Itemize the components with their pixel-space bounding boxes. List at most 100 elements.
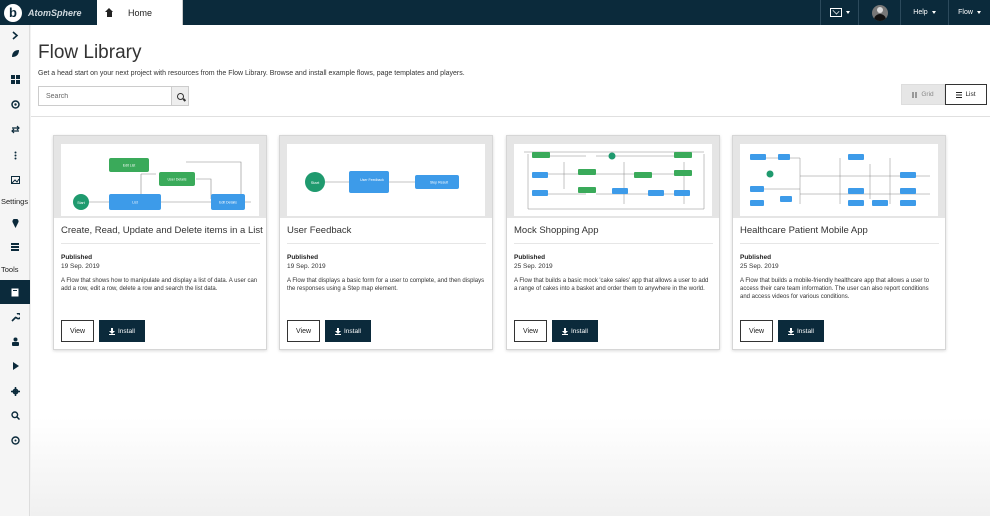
view-toggle: Grid List [901, 84, 987, 105]
flow-diagram-crud: Start Edit List User Details List Edit D… [73, 158, 251, 210]
view-button[interactable]: View [740, 320, 773, 342]
user-icon [11, 337, 19, 346]
chevron-down-icon [845, 11, 850, 14]
flow-diagram-healthcare [750, 154, 930, 206]
start-node-label: Start [77, 201, 84, 205]
card-description: A Flow that displays a basic form for a … [287, 278, 485, 293]
power-icon [10, 435, 20, 445]
flow-thumbnail: Start Edit List User Details List Edit D… [54, 136, 266, 218]
brand-logo: b [4, 3, 22, 22]
card-description: A Flow that builds a mobile-friendly hea… [740, 278, 930, 301]
help-menu-label: Help [913, 9, 928, 16]
flow-menu-label: Flow [958, 9, 973, 16]
leaf-icon [11, 49, 19, 57]
published-label: Published [287, 254, 319, 261]
image-icon [10, 176, 20, 184]
card-description: A Flow that builds a basic mock 'cake sa… [514, 278, 709, 293]
sidebar-item-power[interactable] [0, 430, 30, 450]
card-divider [514, 243, 713, 244]
start-node-label: Start [311, 180, 320, 185]
grid-icon [912, 91, 919, 98]
install-button[interactable]: Install [99, 320, 145, 342]
user-menu[interactable] [858, 0, 900, 25]
install-button[interactable]: Install [325, 320, 371, 342]
published-date: 19 Sep. 2019 [61, 263, 100, 270]
view-button[interactable]: View [514, 320, 547, 342]
sidebar-item-more[interactable] [0, 145, 30, 165]
view-button[interactable]: View [61, 320, 94, 342]
sidebar-item-users[interactable] [0, 331, 30, 351]
divider [31, 116, 990, 117]
flow-node-start [766, 170, 774, 178]
search-input[interactable] [39, 87, 171, 105]
install-button[interactable]: Install [778, 320, 824, 342]
home-icon [105, 8, 114, 17]
card-description: A Flow that shows how to manipulate and … [61, 278, 258, 293]
help-menu[interactable]: Help [900, 0, 948, 25]
list-view-button[interactable]: List [945, 84, 987, 105]
sidebar-section-tools: Tools [1, 265, 19, 274]
install-button[interactable]: Install [552, 320, 598, 342]
published-date: 25 Sep. 2019 [514, 263, 553, 270]
swap-icon [10, 125, 20, 133]
tab-home[interactable]: Home [97, 0, 183, 25]
pin-icon [12, 218, 18, 228]
sidebar-item-services[interactable] [0, 94, 30, 114]
sidebar-item-values[interactable] [0, 237, 30, 257]
node-edit-list-label: Edit List [123, 164, 135, 168]
page-title: Flow Library [38, 42, 142, 63]
book-icon [11, 288, 19, 296]
sidebar-item-settings[interactable] [0, 381, 30, 401]
flow-card-healthcare[interactable]: Healthcare Patient Mobile App Published … [732, 135, 946, 350]
chevron-down-icon [976, 11, 981, 14]
install-button-label: Install [344, 327, 361, 335]
search-button[interactable] [171, 87, 188, 105]
download-icon [562, 327, 568, 335]
list-icon [956, 91, 963, 98]
node-user-details-label: User Details [167, 178, 186, 182]
card-title: Create, Read, Update and Delete items in… [61, 225, 263, 236]
install-button-label: Install [797, 327, 814, 335]
card-title: Mock Shopping App [514, 225, 599, 236]
card-divider [61, 243, 260, 244]
node-list-label: List [132, 201, 137, 205]
page-description: Get a head start on your next project wi… [38, 70, 465, 77]
list-icon [11, 243, 19, 251]
flow-thumbnail [733, 136, 945, 218]
chevron-right-icon [12, 30, 19, 40]
search-icon [10, 410, 20, 420]
flow-card-user-feedback[interactable]: Start User Feedback Step Result User Fee… [279, 135, 493, 350]
sidebar-item-integrations[interactable] [0, 119, 30, 139]
flow-node-start [608, 152, 616, 160]
published-date: 19 Sep. 2019 [287, 263, 326, 270]
card-divider [740, 243, 939, 244]
sidebar-item-run[interactable] [0, 356, 30, 376]
gear-icon [10, 386, 20, 396]
sidebar-item-flows[interactable] [0, 43, 30, 63]
mail-icon [829, 8, 842, 17]
flow-nodes-blue [532, 172, 690, 196]
sidebar-item-wrench[interactable] [0, 307, 30, 327]
sidebar-item-search[interactable] [0, 405, 30, 425]
node-user-feedback-label: User Feedback [360, 178, 384, 182]
flow-card-mock-shopping[interactable]: Mock Shopping App Published 25 Sep. 2019… [506, 135, 720, 350]
avatar [871, 4, 888, 21]
install-button-label: Install [118, 327, 135, 335]
grid-view-button[interactable]: Grid [901, 84, 945, 105]
chevron-down-icon [931, 11, 936, 14]
flow-menu[interactable]: Flow [948, 0, 990, 25]
sidebar-expand-button[interactable] [0, 25, 30, 45]
sidebar-item-tenant[interactable] [0, 213, 30, 233]
view-button[interactable]: View [287, 320, 320, 342]
notifications-menu[interactable] [820, 0, 858, 25]
wrench-icon [10, 312, 20, 322]
install-button-label: Install [571, 327, 588, 335]
card-title: User Feedback [287, 225, 352, 236]
flow-card-crud[interactable]: Start Edit List User Details List Edit D… [53, 135, 267, 350]
sidebar-item-flow-library[interactable] [0, 280, 30, 304]
sidebar-item-assets[interactable] [0, 170, 30, 190]
sidebar-item-pages[interactable] [0, 69, 30, 89]
brand[interactable]: b AtomSphere [0, 0, 97, 25]
download-icon [109, 327, 115, 335]
